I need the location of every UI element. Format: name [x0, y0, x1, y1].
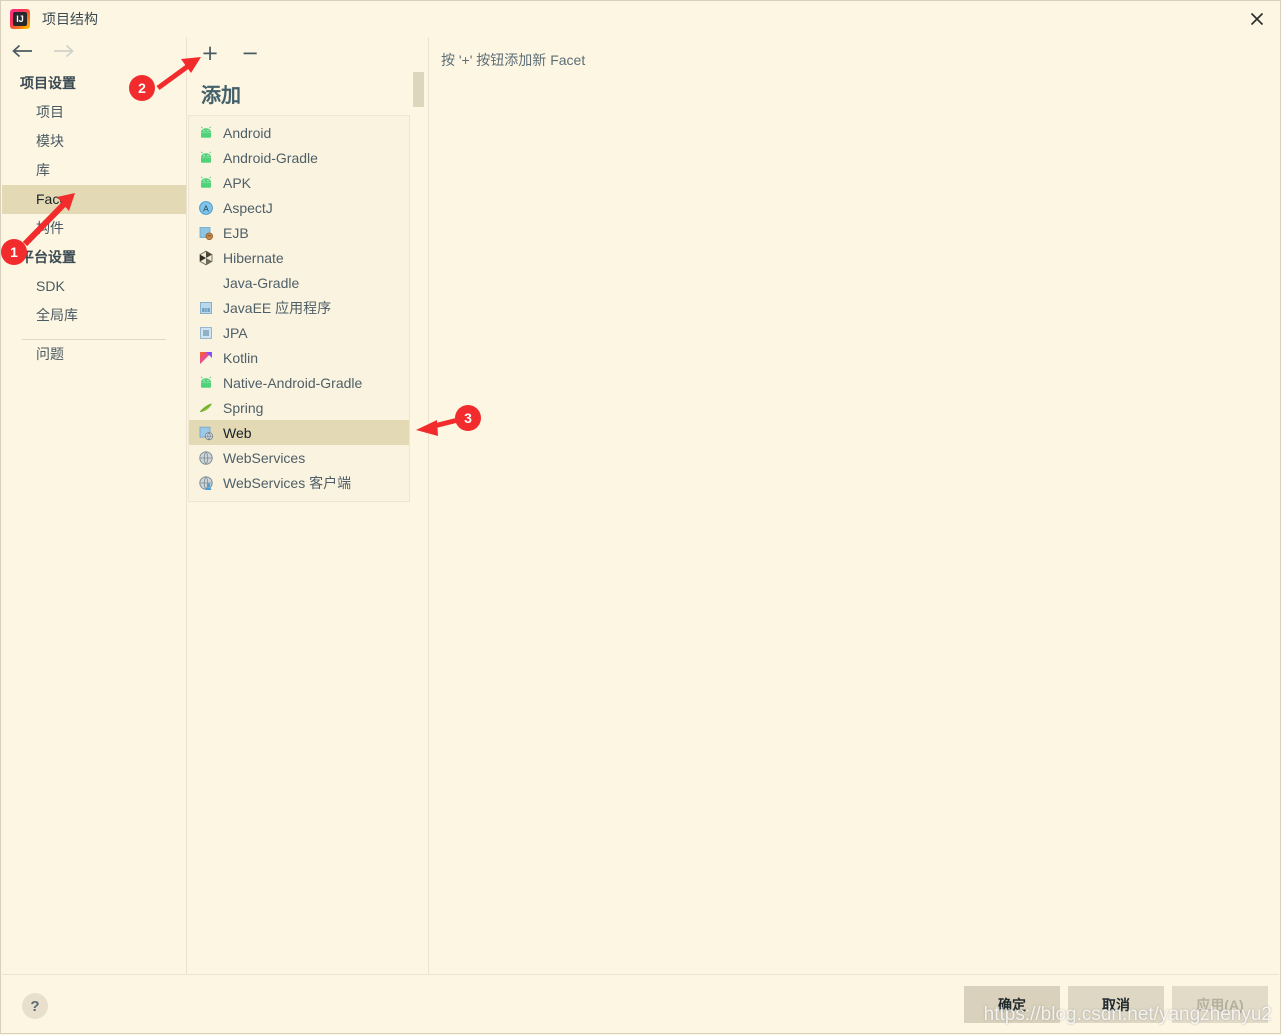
plus-icon[interactable]: +: [199, 42, 221, 64]
list-item-label: JPA: [223, 324, 248, 341]
android-icon: [198, 375, 214, 391]
sidebar-item-modules[interactable]: 模块: [2, 127, 186, 156]
project-structure-dialog: IJ 项目结构 项目设置 项目 模块 库 Facet 构件 平台设置 SDK 全…: [0, 0, 1281, 1034]
bottom-separator: [2, 974, 1279, 975]
list-item-web[interactable]: Web: [189, 420, 409, 445]
list-item-label: APK: [223, 174, 252, 191]
sidebar-divider: [186, 37, 187, 975]
list-item-kotlin[interactable]: Kotlin: [189, 345, 409, 370]
list-item-native-android-gradle[interactable]: Native-Android-Gradle: [189, 370, 409, 395]
add-facet-popup-list: Android Android-Gradle APK A AspectJ EJB…: [188, 115, 410, 502]
javaee-icon: [198, 300, 214, 316]
list-item-label: WebServices: [223, 449, 306, 466]
list-item-ejb[interactable]: EJB: [189, 220, 409, 245]
sidebar-item-artifacts[interactable]: 构件: [2, 214, 186, 243]
list-item-label: Spring: [223, 399, 264, 416]
facet-detail-pane: 按 '+' 按钮添加新 Facet: [429, 37, 1279, 975]
facet-list-scrollbar-thumb[interactable]: [413, 72, 424, 107]
list-item-android-gradle[interactable]: Android-Gradle: [189, 145, 409, 170]
svg-text:A: A: [203, 203, 209, 213]
page-title: 项目结构: [42, 11, 98, 27]
close-icon[interactable]: [1234, 1, 1280, 37]
list-item-label: Native-Android-Gradle: [223, 374, 363, 391]
sidebar-item-global-libraries[interactable]: 全局库: [2, 301, 186, 330]
sidebar-item-problems[interactable]: 问题: [2, 340, 186, 369]
list-item-label: AspectJ: [223, 199, 273, 216]
list-item-javaee-application[interactable]: JavaEE 应用程序: [189, 295, 409, 320]
help-button[interactable]: ?: [22, 993, 48, 1019]
sidebar-group-title-platform: 平台设置: [20, 249, 76, 265]
list-item-webservices-client[interactable]: WebServices 客户端: [189, 470, 409, 495]
minus-icon[interactable]: −: [239, 42, 261, 64]
list-item-aspectj[interactable]: A AspectJ: [189, 195, 409, 220]
title-bar: IJ 项目结构: [1, 1, 1280, 37]
jpa-icon: [198, 325, 214, 341]
watermark-text: https://blog.csdn.net/yangzhenyu2: [983, 1004, 1272, 1025]
list-item-apk[interactable]: APK: [189, 170, 409, 195]
hibernate-icon: [198, 250, 214, 266]
list-item-label: Web: [223, 424, 252, 441]
list-item-jpa[interactable]: JPA: [189, 320, 409, 345]
android-icon: [198, 150, 214, 166]
sidebar-group-title-project: 项目设置: [20, 75, 76, 91]
list-item-label: Hibernate: [223, 249, 284, 266]
facet-list-scrollbar-track[interactable]: [413, 71, 423, 973]
arrow-left-icon[interactable]: [12, 44, 34, 63]
list-item-java-gradle[interactable]: Java-Gradle: [189, 270, 409, 295]
list-item-label: Kotlin: [223, 349, 259, 366]
sidebar-item-sdks[interactable]: SDK: [2, 272, 186, 301]
navigation-arrows: [2, 37, 186, 69]
sidebar-item-libraries[interactable]: 库: [2, 156, 186, 185]
sidebar-item-facets[interactable]: Facet: [2, 185, 186, 214]
settings-sidebar: 项目设置 项目 模块 库 Facet 构件 平台设置 SDK 全局库 问题: [2, 37, 186, 975]
list-item-label: EJB: [223, 224, 249, 241]
spring-icon: [198, 400, 214, 416]
sidebar-item-project[interactable]: 项目: [2, 98, 186, 127]
list-item-label: Android-Gradle: [223, 149, 318, 166]
webservices-icon: [198, 450, 214, 466]
android-icon: [198, 125, 214, 141]
facet-toolbar: + −: [187, 37, 441, 69]
intellij-idea-icon: IJ: [10, 9, 30, 29]
list-item-label: WebServices 客户端: [223, 474, 352, 491]
list-item-hibernate[interactable]: Hibernate: [189, 245, 409, 270]
ejb-icon: [198, 225, 214, 241]
aspectj-icon: A: [198, 200, 214, 216]
list-item-label: JavaEE 应用程序: [223, 299, 332, 316]
list-item-spring[interactable]: Spring: [189, 395, 409, 420]
empty-state-hint: 按 '+' 按钮添加新 Facet: [441, 52, 586, 68]
android-icon: [198, 175, 214, 191]
list-item-android[interactable]: Android: [189, 120, 409, 145]
list-item-webservices[interactable]: WebServices: [189, 445, 409, 470]
arrow-right-icon[interactable]: [52, 44, 74, 63]
add-popup-heading: 添加: [201, 85, 241, 107]
list-item-label: Android: [223, 124, 272, 141]
none-icon: [198, 275, 214, 291]
webservices-client-icon: [198, 475, 214, 491]
list-item-label: Java-Gradle: [223, 274, 300, 291]
kotlin-icon: [198, 350, 214, 366]
web-icon: [198, 425, 214, 441]
